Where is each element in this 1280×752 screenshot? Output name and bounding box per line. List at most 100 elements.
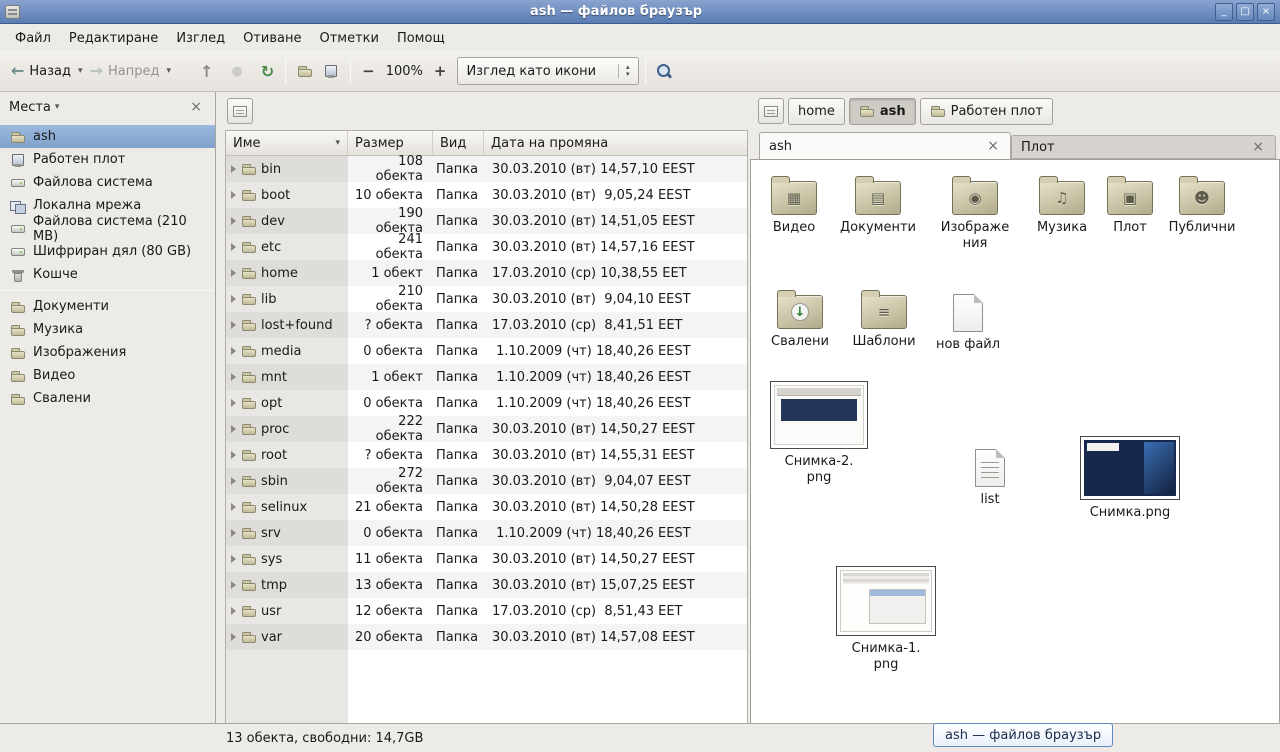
icon-folder-documents[interactable]: ▤ Документи bbox=[835, 174, 921, 236]
menu-file[interactable]: Файл bbox=[6, 27, 60, 50]
file-row[interactable]: tmp 13 обекта Папка 30.03.2010 (вт) 15,0… bbox=[226, 572, 747, 598]
expander-icon[interactable] bbox=[231, 529, 236, 537]
file-row[interactable]: opt 0 обекта Папка 1.10.2009 (чт) 18,40,… bbox=[226, 390, 747, 416]
icon-image-snimka[interactable]: Снимка.png bbox=[1075, 436, 1185, 521]
menu-go[interactable]: Отиване bbox=[234, 27, 310, 50]
file-row[interactable]: dev 190 обекта Папка 30.03.2010 (вт) 14,… bbox=[226, 208, 747, 234]
expander-icon[interactable] bbox=[231, 607, 236, 615]
file-row[interactable]: mnt 1 обект Папка 1.10.2009 (чт) 18,40,2… bbox=[226, 364, 747, 390]
icon-image-snimka-1[interactable]: Снимка-1.png bbox=[831, 566, 941, 673]
breadcrumb-desktop[interactable]: Работен плот bbox=[920, 98, 1053, 125]
menu-help[interactable]: Помощ bbox=[388, 27, 454, 50]
file-row[interactable]: bin 108 обекта Папка 30.03.2010 (вт) 14,… bbox=[226, 156, 747, 182]
file-row[interactable]: usr 12 обекта Папка 17.03.2010 (ср) 8,51… bbox=[226, 598, 747, 624]
icon-folder-videos[interactable]: ▦ Видео bbox=[751, 174, 837, 236]
expander-icon[interactable] bbox=[231, 243, 236, 251]
zoom-out-button[interactable]: − bbox=[357, 57, 380, 85]
file-row[interactable]: root ? обекта Папка 30.03.2010 (вт) 14,5… bbox=[226, 442, 747, 468]
file-row[interactable]: selinux 21 обекта Папка 30.03.2010 (вт) … bbox=[226, 494, 747, 520]
file-row[interactable]: sbin 272 обекта Папка 30.03.2010 (вт) 9,… bbox=[226, 468, 747, 494]
file-row[interactable]: sys 11 обекта Папка 30.03.2010 (вт) 14,5… bbox=[226, 546, 747, 572]
column-header-date[interactable]: Дата на промяна bbox=[484, 131, 747, 156]
icon-file-new-file[interactable]: нов файл bbox=[925, 288, 1011, 353]
toggle-location-entry-button[interactable] bbox=[758, 98, 784, 124]
menu-bookmarks[interactable]: Отметки bbox=[310, 27, 387, 50]
back-history-chevron-icon[interactable]: ▾ bbox=[76, 60, 85, 82]
computer-button[interactable] bbox=[318, 58, 344, 84]
sidebar-item-ash[interactable]: ash bbox=[0, 125, 215, 148]
sidebar-item-music[interactable]: Музика bbox=[0, 318, 215, 341]
icon-file-list[interactable]: list bbox=[947, 443, 1033, 508]
column-header-name[interactable]: Име ▾ bbox=[226, 131, 348, 156]
file-row[interactable]: etc 241 обекта Папка 30.03.2010 (вт) 14,… bbox=[226, 234, 747, 260]
file-row[interactable]: boot 10 обекта Папка 30.03.2010 (вт) 9,0… bbox=[226, 182, 747, 208]
back-button[interactable]: ← Назад bbox=[6, 58, 76, 84]
expander-icon[interactable] bbox=[231, 269, 236, 277]
sidebar-item-downloads[interactable]: Свалени bbox=[0, 387, 215, 410]
icon-folder-public[interactable]: ☻ Публични bbox=[1159, 174, 1245, 236]
tab-plot[interactable]: Плот × bbox=[1011, 135, 1276, 159]
minimize-button[interactable]: _ bbox=[1215, 3, 1233, 21]
titlebar[interactable]: ash — файлов браузър _ □ × bbox=[0, 0, 1280, 24]
column-header-size[interactable]: Размер bbox=[348, 131, 433, 156]
home-button[interactable] bbox=[292, 58, 318, 84]
tab-close-icon[interactable]: × bbox=[1250, 139, 1266, 155]
file-row[interactable]: var 20 обекта Папка 30.03.2010 (вт) 14,5… bbox=[226, 624, 747, 650]
sidebar-item-desktop[interactable]: Работен плот bbox=[0, 148, 215, 171]
icon-folder-pictures[interactable]: ◉ Изображения bbox=[930, 174, 1020, 252]
menu-view[interactable]: Изглед bbox=[167, 27, 234, 50]
forward-history-chevron-icon[interactable]: ▾ bbox=[164, 60, 173, 82]
menu-edit[interactable]: Редактиране bbox=[60, 27, 167, 50]
file-row[interactable]: media 0 обекта Папка 1.10.2009 (чт) 18,4… bbox=[226, 338, 747, 364]
expander-icon[interactable] bbox=[231, 477, 236, 485]
window-menu-icon[interactable] bbox=[5, 5, 20, 19]
column-header-type[interactable]: Вид bbox=[433, 131, 484, 156]
expander-icon[interactable] bbox=[231, 555, 236, 563]
icon-view[interactable]: ▦ Видео ▤ Документи ◉ Изображения ♫ bbox=[750, 159, 1280, 723]
expander-icon[interactable] bbox=[231, 503, 236, 511]
file-row[interactable]: srv 0 обекта Папка 1.10.2009 (чт) 18,40,… bbox=[226, 520, 747, 546]
tab-close-icon[interactable]: × bbox=[985, 138, 1001, 154]
expander-icon[interactable] bbox=[231, 373, 236, 381]
icon-folder-downloads[interactable]: ↓ Свалени bbox=[757, 288, 843, 350]
taskbar-window-button[interactable]: ash — файлов браузър bbox=[933, 723, 1113, 747]
expander-icon[interactable] bbox=[231, 399, 236, 407]
stop-button[interactable]: ● bbox=[226, 59, 247, 84]
sidebar-close-icon[interactable]: × bbox=[186, 99, 206, 115]
view-mode-combo[interactable]: Изглед като икони ▴▾ bbox=[457, 57, 638, 85]
file-row[interactable]: lost+found ? обекта Папка 17.03.2010 (ср… bbox=[226, 312, 747, 338]
icon-folder-templates[interactable]: ≡ Шаблони bbox=[841, 288, 927, 350]
expander-icon[interactable] bbox=[231, 451, 236, 459]
sidebar-item-filesystem[interactable]: Файлова система bbox=[0, 171, 215, 194]
expander-icon[interactable] bbox=[231, 191, 236, 199]
up-button[interactable]: ↑ bbox=[195, 57, 218, 86]
sidebar-selector-chevron-icon[interactable]: ▾ bbox=[55, 102, 60, 112]
search-button[interactable] bbox=[652, 59, 677, 84]
expander-icon[interactable] bbox=[231, 425, 236, 433]
expander-icon[interactable] bbox=[231, 633, 236, 641]
sidebar-item-videos[interactable]: Видео bbox=[0, 364, 215, 387]
file-row[interactable]: home 1 обект Папка 17.03.2010 (ср) 10,38… bbox=[226, 260, 747, 286]
toggle-location-entry-button[interactable] bbox=[227, 98, 253, 124]
sidebar-item-trash[interactable]: Кошче bbox=[0, 263, 215, 286]
sidebar-item-encrypted-volume[interactable]: Шифриран дял (80 GB) bbox=[0, 240, 215, 263]
expander-icon[interactable] bbox=[231, 217, 236, 225]
zoom-in-button[interactable]: + bbox=[429, 57, 452, 85]
sidebar-item-filesystem-210mb[interactable]: Файлова система (210 MB) bbox=[0, 217, 215, 240]
icon-image-snimka-2[interactable]: Снимка-2.png bbox=[764, 381, 874, 486]
close-button[interactable]: × bbox=[1257, 3, 1275, 21]
file-row[interactable]: proc 222 обекта Папка 30.03.2010 (вт) 14… bbox=[226, 416, 747, 442]
breadcrumb-ash[interactable]: ash bbox=[849, 98, 916, 125]
file-row[interactable]: lib 210 обекта Папка 30.03.2010 (вт) 9,0… bbox=[226, 286, 747, 312]
sidebar-item-documents[interactable]: Документи bbox=[0, 295, 215, 318]
breadcrumb-home[interactable]: home bbox=[788, 98, 845, 125]
expander-icon[interactable] bbox=[231, 581, 236, 589]
expander-icon[interactable] bbox=[231, 295, 236, 303]
forward-button[interactable]: → Напред bbox=[85, 58, 165, 84]
expander-icon[interactable] bbox=[231, 347, 236, 355]
expander-icon[interactable] bbox=[231, 321, 236, 329]
sidebar-item-pictures[interactable]: Изображения bbox=[0, 341, 215, 364]
expander-icon[interactable] bbox=[231, 165, 236, 173]
maximize-button[interactable]: □ bbox=[1236, 3, 1254, 21]
tab-ash[interactable]: ash × bbox=[759, 132, 1011, 159]
